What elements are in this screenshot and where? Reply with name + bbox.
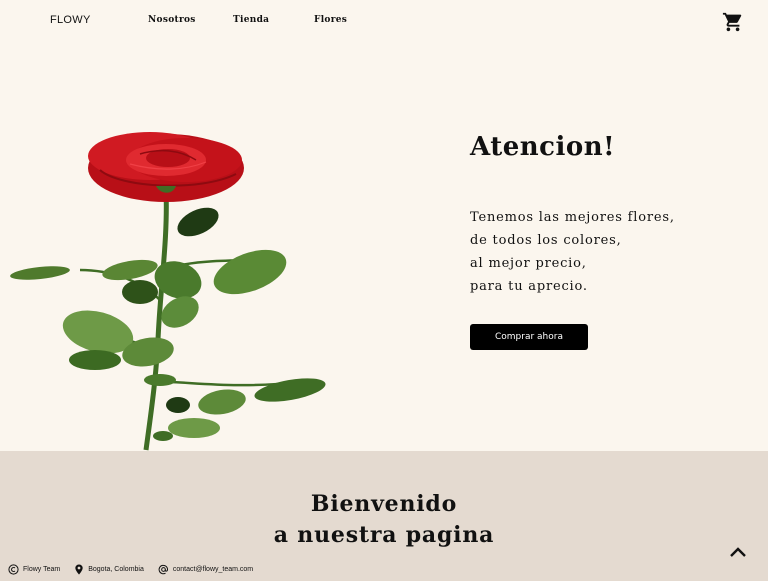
footer-email-label[interactable]: contact@flowy_team.com (173, 566, 253, 573)
footer: Flowy Team Bogota, Colombia contact@flow… (8, 562, 267, 576)
hero-line: al mejor precio, (470, 256, 587, 271)
copyright-icon (8, 563, 19, 575)
nav-nosotros[interactable]: Nosotros (148, 15, 196, 25)
header: FLOWY Nosotros Tienda Flores (0, 0, 768, 42)
footer-email[interactable]: contact@flowy_team.com (158, 564, 253, 575)
welcome-section: Bienvenido a nuestra pagina Flowy Team B… (0, 451, 768, 581)
hero-line: para tu aprecio. (470, 279, 588, 294)
hero-title: Atencion! (470, 132, 616, 162)
welcome-title: Bienvenido a nuestra pagina (0, 489, 768, 551)
footer-team: Flowy Team (8, 563, 61, 575)
location-pin-icon (75, 563, 83, 575)
hero-line: de todos los colores, (470, 233, 622, 248)
at-sign-icon (158, 564, 168, 574)
welcome-title-line: a nuestra pagina (273, 522, 495, 548)
welcome-title-line: Bienvenido (310, 491, 458, 517)
shopping-cart-icon[interactable] (722, 11, 744, 33)
footer-location-label: Bogota, Colombia (88, 565, 144, 573)
nav-tienda[interactable]: Tienda (233, 15, 269, 25)
nav-flores[interactable]: Flores (314, 15, 347, 25)
footer-team-label: Flowy Team (23, 565, 61, 573)
buy-now-button[interactable]: Comprar ahora (470, 324, 588, 350)
footer-location: Bogota, Colombia (74, 563, 144, 575)
rose-image (0, 120, 340, 452)
hero-description: Tenemos las mejores flores, de todos los… (470, 206, 675, 298)
chevron-up-icon[interactable] (728, 543, 748, 561)
logo[interactable]: FLOWY (50, 14, 91, 26)
page: FLOWY Nosotros Tienda Flores Atencion! T… (0, 0, 768, 581)
hero-line: Tenemos las mejores flores, (470, 210, 675, 225)
